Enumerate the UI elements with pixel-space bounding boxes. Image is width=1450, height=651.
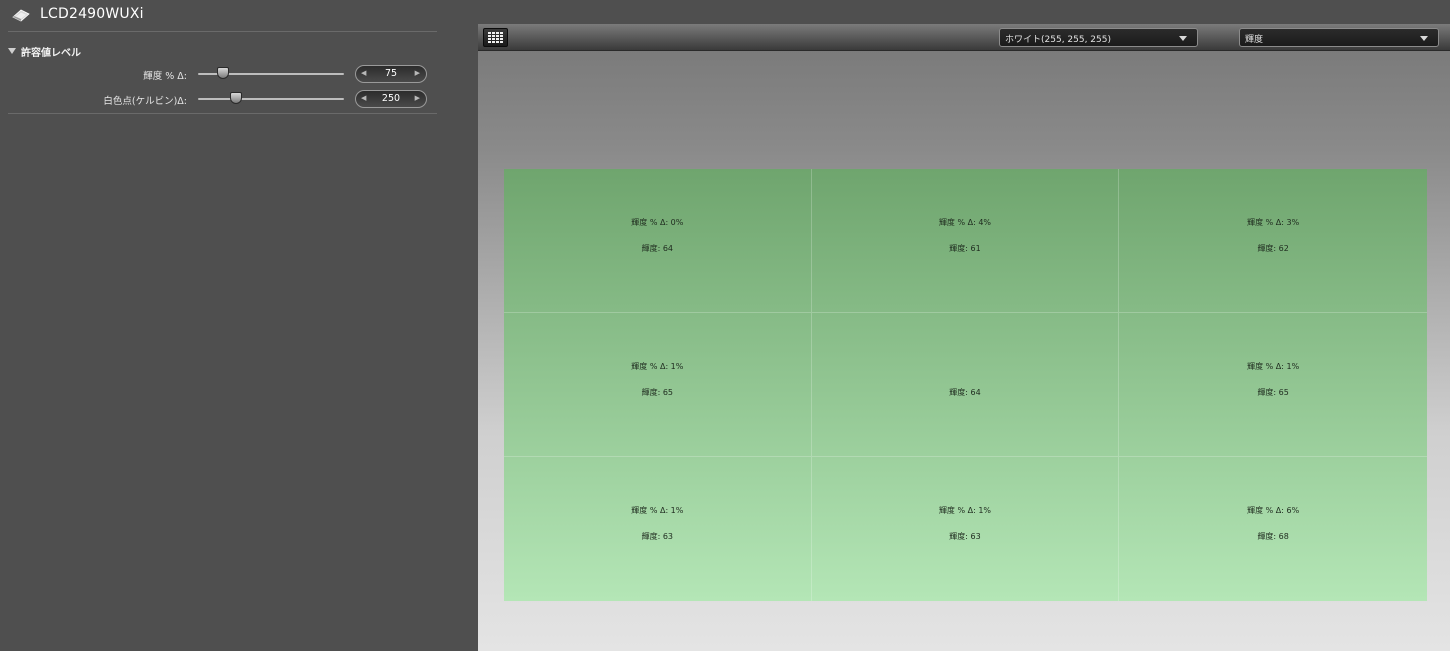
cell-delta: 輝度 % Δ: 3% — [1247, 218, 1300, 227]
cell-delta: 輝度 % Δ: 0% — [631, 218, 684, 227]
cell-luminance: 輝度: 65 — [641, 388, 674, 397]
tolerance-section-header[interactable]: 許容値レベル — [8, 44, 81, 59]
increment-arrow-icon[interactable]: ▶ — [415, 94, 420, 102]
cell-delta: 輝度 % Δ: 6% — [1247, 506, 1300, 515]
luminance-tolerance-slider[interactable] — [198, 67, 344, 79]
slider-thumb[interactable] — [216, 67, 229, 79]
cell-luminance: 輝度: 64 — [641, 244, 674, 253]
luminance-tolerance-row: 輝度 % Δ: ◀ 75 ▶ — [0, 65, 437, 83]
grid-cell: 輝度 % Δ: 4% 輝度: 61 — [811, 169, 1120, 313]
section-title: 許容値レベル — [21, 47, 81, 59]
cell-delta: 輝度 % Δ: 1% — [631, 506, 684, 515]
grid-cell: 輝度 % Δ: 1% 輝度: 63 — [812, 457, 1120, 601]
cell-luminance: 輝度: 63 — [641, 532, 674, 541]
grid-layout-icon — [488, 32, 503, 43]
cell-luminance: 輝度: 61 — [949, 244, 981, 253]
uniformity-grid: 輝度 % Δ: 0% 輝度: 64 輝度 % Δ: 4% 輝度: 61 輝度 %… — [504, 169, 1427, 601]
cell-delta: 輝度 % Δ: 1% — [1247, 362, 1300, 371]
whitepoint-tolerance-slider[interactable] — [198, 92, 344, 104]
uniformity-view: ホワイト(255, 255, 255) 輝度 輝度 % Δ: 0% 輝度: 64… — [478, 24, 1450, 651]
slider-thumb[interactable] — [229, 92, 242, 104]
grid-cell-center: 輝度: 64 — [811, 313, 1120, 457]
app-name: LCD2490WUXi — [40, 6, 144, 22]
cell-delta: 輝度 % Δ: 4% — [938, 218, 992, 227]
grid-cell: 輝度 % Δ: 1% 輝度: 63 — [504, 457, 812, 601]
cell-luminance: 輝度: 64 — [949, 388, 981, 397]
luminance-tolerance-stepper[interactable]: ◀ 75 ▶ — [355, 65, 427, 83]
grid-layout-button[interactable] — [483, 28, 508, 47]
tolerance-panel: 許容値レベル 輝度 % Δ: ◀ 75 ▶ 白色点(ケルビン)Δ: ◀ 250 … — [0, 30, 478, 651]
cell-luminance: 輝度: 62 — [1257, 244, 1289, 253]
chevron-down-icon[interactable] — [1420, 36, 1428, 41]
cell-delta: 輝度 % Δ: 1% — [938, 506, 992, 515]
whitepoint-tolerance-label: 白色点(ケルビン)Δ: — [103, 96, 187, 107]
monitor-logo-icon — [12, 9, 30, 22]
grid-cell: 輝度 % Δ: 1% 輝度: 65 — [504, 313, 812, 457]
dropdown-value: ホワイト(255, 255, 255) — [1005, 35, 1112, 45]
chevron-down-icon[interactable] — [1179, 36, 1187, 41]
grid-cell: 輝度 % Δ: 1% 輝度: 65 — [1119, 313, 1427, 457]
grid-cell: 輝度 % Δ: 6% 輝度: 68 — [1119, 457, 1427, 601]
cell-delta: 輝度 % Δ: 1% — [631, 362, 684, 371]
test-color-dropdown[interactable]: ホワイト(255, 255, 255) — [999, 28, 1198, 47]
stepper-value[interactable]: 75 — [370, 68, 412, 79]
grid-cell: 輝度 % Δ: 0% 輝度: 64 — [504, 169, 812, 313]
stepper-value[interactable]: 250 — [370, 93, 412, 104]
cell-luminance: 輝度: 65 — [1257, 388, 1289, 397]
view-toolbar: ホワイト(255, 255, 255) 輝度 — [478, 24, 1450, 51]
cell-luminance: 輝度: 63 — [949, 532, 981, 541]
measurement-type-dropdown[interactable]: 輝度 — [1239, 28, 1439, 47]
decrement-arrow-icon[interactable]: ◀ — [361, 94, 366, 102]
luminance-tolerance-label: 輝度 % Δ: — [143, 71, 187, 82]
panel-divider — [8, 113, 437, 114]
dropdown-value: 輝度 — [1245, 35, 1264, 45]
collapse-triangle-icon[interactable] — [8, 48, 16, 54]
whitepoint-tolerance-row: 白色点(ケルビン)Δ: ◀ 250 ▶ — [0, 90, 437, 108]
cell-luminance: 輝度: 68 — [1257, 532, 1289, 541]
whitepoint-tolerance-stepper[interactable]: ◀ 250 ▶ — [355, 90, 427, 108]
grid-cell: 輝度 % Δ: 3% 輝度: 62 — [1119, 169, 1427, 313]
decrement-arrow-icon[interactable]: ◀ — [361, 69, 366, 77]
increment-arrow-icon[interactable]: ▶ — [415, 69, 420, 77]
panel-divider — [8, 31, 437, 32]
